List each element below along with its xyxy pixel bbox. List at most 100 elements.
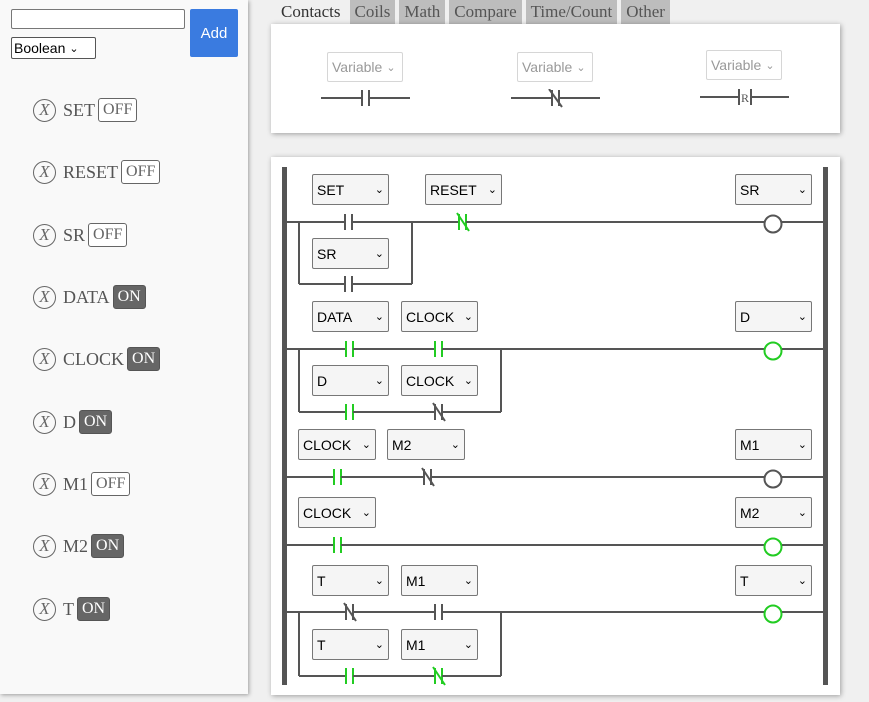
rung-4-wires: [286, 537, 824, 557]
variable-row-sr: X SR OFF: [33, 221, 128, 249]
chevron-down-icon: ⌄: [797, 311, 807, 323]
remove-variable-icon[interactable]: X: [33, 98, 56, 122]
rung5-m1-select[interactable]: M1 ⌄: [401, 565, 478, 596]
palette-variable-label: Variable: [332, 59, 383, 75]
rung5-branch-m1-select[interactable]: M1 ⌄: [401, 629, 478, 660]
variable-toggle[interactable]: OFF: [88, 223, 128, 247]
select-value: RESET: [430, 181, 477, 198]
tab-other[interactable]: Other: [621, 0, 670, 24]
chevron-down-icon: ⌄: [797, 184, 807, 196]
chevron-down-icon: ⌄: [361, 439, 371, 451]
remove-variable-icon[interactable]: X: [33, 347, 56, 371]
select-value: T: [740, 572, 749, 589]
palette-variable-select[interactable]: Variable ⌄: [327, 52, 403, 82]
select-value: M1: [406, 636, 426, 653]
rung2-branch-clock-select[interactable]: CLOCK ⌄: [401, 365, 478, 396]
chevron-down-icon: ⌄: [576, 61, 586, 74]
rung5-t-select[interactable]: T ⌄: [312, 565, 389, 596]
variable-type-selected: Boolean: [14, 40, 66, 56]
chevron-down-icon: ⌄: [463, 639, 473, 651]
palette-tabs: Contacts Coils Math Compare Time/Count O…: [276, 0, 670, 24]
variable-toggle[interactable]: ON: [127, 347, 161, 371]
chevron-down-icon: ⌄: [374, 639, 384, 651]
reset-mark: R: [741, 91, 749, 105]
rung2-branch-d-select[interactable]: D ⌄: [312, 365, 389, 396]
palette-nc-contact[interactable]: Variable ⌄: [511, 52, 601, 112]
remove-variable-icon[interactable]: X: [33, 534, 56, 558]
variable-name: SR: [63, 224, 86, 245]
select-value: SR: [317, 245, 337, 262]
remove-variable-icon[interactable]: X: [33, 285, 56, 309]
variables-panel: Boolean ⌄ Add X SET OFF X RESET OFF X SR…: [0, 0, 248, 694]
remove-variable-icon[interactable]: X: [33, 223, 56, 247]
rung3-coil-select[interactable]: M1 ⌄: [735, 429, 812, 460]
variable-toggle[interactable]: ON: [79, 410, 113, 434]
tab-coils[interactable]: Coils: [349, 0, 396, 24]
select-value: D: [317, 372, 328, 389]
variable-row-t: X T ON: [33, 595, 111, 623]
remove-variable-icon[interactable]: X: [33, 472, 56, 496]
variable-name: M1: [63, 473, 89, 494]
variable-row-clock: X CLOCK ON: [33, 345, 161, 373]
chevron-down-icon: ⌄: [463, 375, 473, 387]
tab-math[interactable]: Math: [399, 0, 446, 24]
rung5-coil-select[interactable]: T ⌄: [735, 565, 812, 596]
rung1-branch-select[interactable]: SR ⌄: [312, 238, 389, 269]
select-value: CLOCK: [406, 308, 455, 325]
variable-type-select[interactable]: Boolean ⌄: [11, 37, 96, 59]
chevron-down-icon: ⌄: [450, 439, 460, 451]
palette-no-contact[interactable]: Variable ⌄: [321, 52, 411, 112]
select-value: DATA: [317, 308, 353, 325]
variable-toggle[interactable]: OFF: [98, 98, 138, 122]
variable-toggle[interactable]: OFF: [91, 472, 131, 496]
variable-name: D: [63, 411, 76, 432]
chevron-down-icon: ⌄: [797, 575, 807, 587]
variable-name: DATA: [63, 286, 110, 307]
select-value: M1: [740, 436, 760, 453]
reset-contact-icon: R: [700, 89, 789, 105]
select-value: T: [317, 636, 326, 653]
tab-compare[interactable]: Compare: [449, 0, 522, 24]
variable-name: SET: [63, 99, 96, 120]
ladder-diagram: SET ⌄ RESET ⌄ SR ⌄ SR ⌄ DATA ⌄ CLOCK ⌄ D ⌄ D ⌄ C…: [271, 157, 840, 695]
remove-variable-icon[interactable]: X: [33, 160, 56, 184]
chevron-down-icon: ⌄: [69, 42, 79, 55]
rung2-coil-select[interactable]: D ⌄: [735, 301, 812, 332]
tab-contacts[interactable]: Contacts: [276, 0, 346, 24]
variable-name-input[interactable]: [11, 9, 185, 29]
palette-variable-select[interactable]: Variable ⌄: [706, 50, 782, 80]
chevron-down-icon: ⌄: [463, 311, 473, 323]
rung1-set-select[interactable]: SET ⌄: [312, 174, 389, 205]
variable-toggle[interactable]: ON: [91, 534, 125, 558]
rung2-clock-select[interactable]: CLOCK ⌄: [401, 301, 478, 332]
remove-variable-icon[interactable]: X: [33, 410, 56, 434]
chevron-down-icon: ⌄: [797, 439, 807, 451]
rung2-data-select[interactable]: DATA ⌄: [312, 301, 389, 332]
select-value: M2: [392, 436, 412, 453]
rung1-reset-select[interactable]: RESET ⌄: [425, 174, 502, 205]
add-variable-button[interactable]: Add: [190, 9, 238, 57]
rung3-clock-select[interactable]: CLOCK ⌄: [298, 429, 376, 460]
variable-toggle[interactable]: OFF: [121, 160, 161, 184]
remove-variable-icon[interactable]: X: [33, 597, 56, 621]
no-contact-icon: [321, 90, 410, 106]
chevron-down-icon: ⌄: [374, 575, 384, 587]
tab-time-count[interactable]: Time/Count: [525, 0, 618, 24]
rung5-branch-t-select[interactable]: T ⌄: [312, 629, 389, 660]
chevron-down-icon: ⌄: [361, 507, 371, 519]
variable-toggle[interactable]: ON: [77, 597, 111, 621]
chevron-down-icon: ⌄: [797, 507, 807, 519]
palette-variable-select[interactable]: Variable ⌄: [517, 52, 593, 82]
select-value: SET: [317, 181, 345, 198]
rung3-m2-select[interactable]: M2 ⌄: [387, 429, 465, 460]
rung4-coil-select[interactable]: M2 ⌄: [735, 497, 812, 528]
rung4-clock-select[interactable]: CLOCK ⌄: [298, 497, 376, 528]
select-value: M1: [406, 572, 426, 589]
variable-name: RESET: [63, 161, 119, 182]
variable-name: CLOCK: [63, 348, 125, 369]
rung1-coil-select[interactable]: SR ⌄: [735, 174, 812, 205]
palette-reset-contact[interactable]: Variable ⌄ R: [700, 50, 790, 110]
variable-toggle[interactable]: ON: [112, 285, 146, 309]
select-value: T: [317, 572, 326, 589]
chevron-down-icon: ⌄: [374, 184, 384, 196]
